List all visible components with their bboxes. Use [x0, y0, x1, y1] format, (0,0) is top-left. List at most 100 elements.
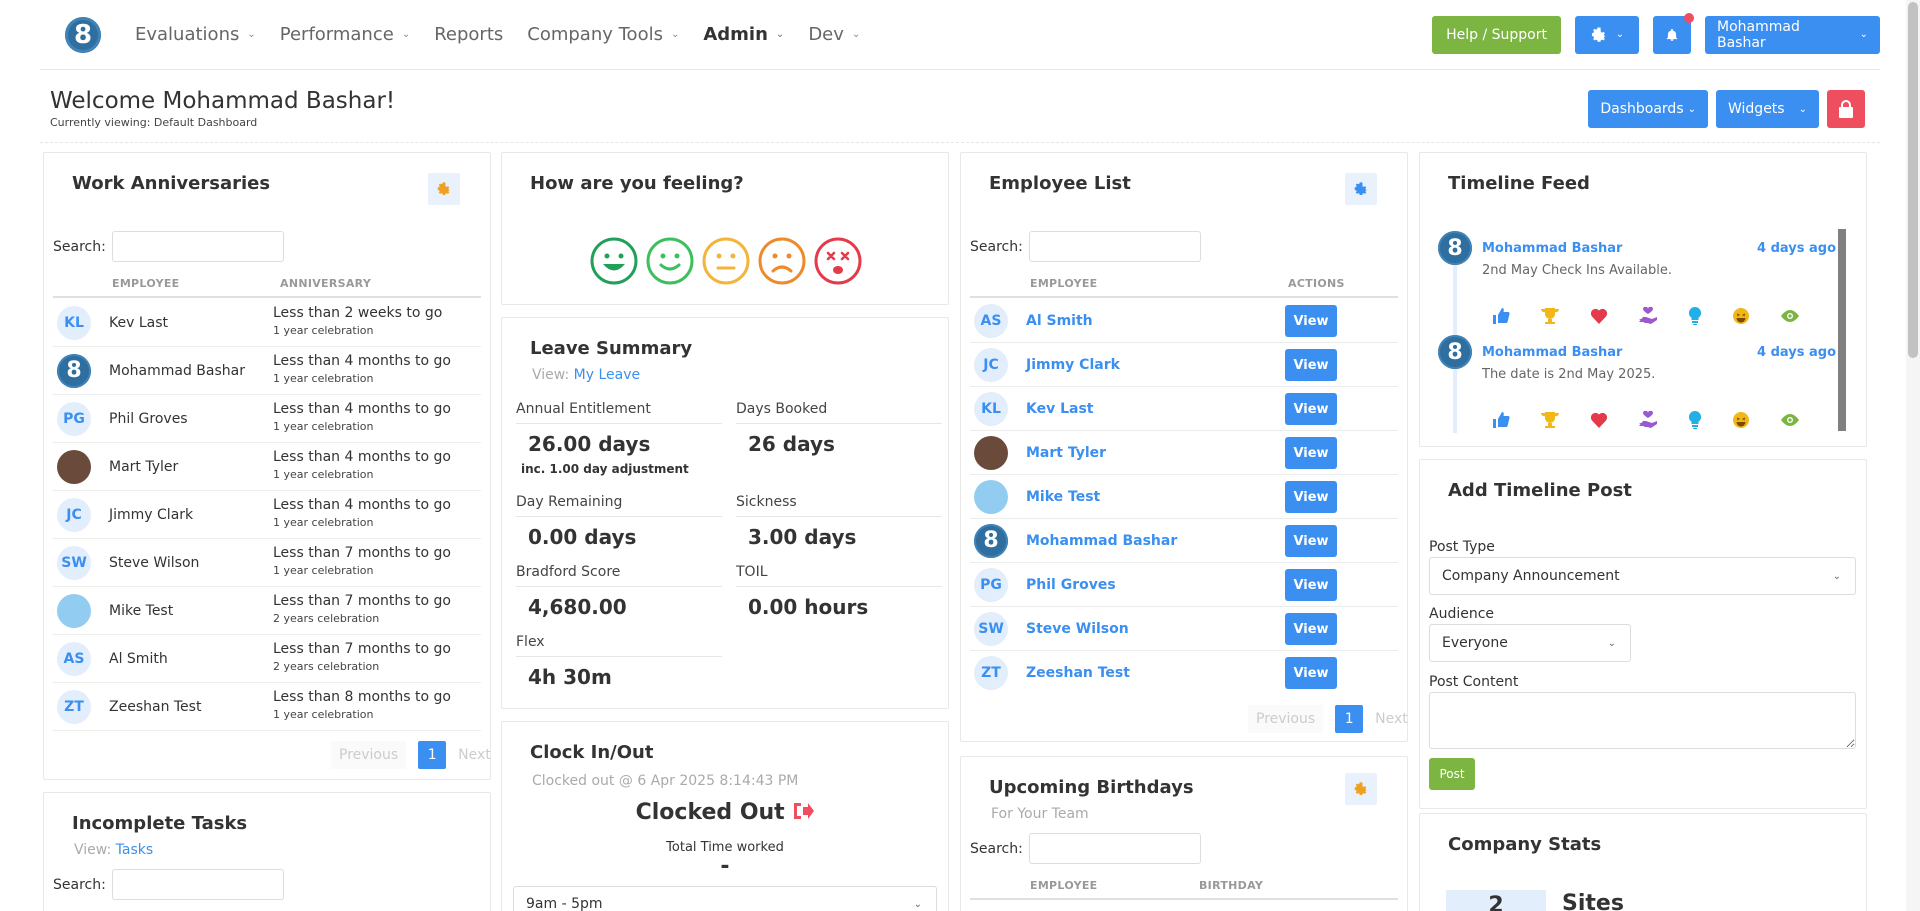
- search-input[interactable]: [1028, 833, 1201, 864]
- avatar: AS: [974, 303, 1008, 338]
- neutral-face-icon[interactable]: [702, 237, 750, 285]
- view-button[interactable]: View: [1285, 305, 1337, 337]
- nav-performance[interactable]: Performance ⌄: [268, 24, 422, 45]
- eye-icon[interactable]: [1780, 307, 1800, 325]
- tasks-link[interactable]: Tasks: [116, 842, 154, 858]
- avatar: [974, 479, 1008, 514]
- nav-reports[interactable]: Reports: [422, 24, 515, 45]
- view-button[interactable]: View: [1285, 569, 1337, 601]
- table-row[interactable]: SW Steve Wilson Less than 7 months to go…: [53, 539, 481, 587]
- feed-scrollbar[interactable]: [1838, 229, 1846, 431]
- widget-settings-button[interactable]: [1345, 173, 1377, 205]
- lock-button[interactable]: [1827, 90, 1865, 128]
- post-content-input[interactable]: [1429, 692, 1856, 749]
- days-booked: Days Booked 26 days: [736, 401, 942, 456]
- prev-page-button[interactable]: Previous: [331, 741, 407, 769]
- trophy-icon[interactable]: [1540, 411, 1560, 429]
- card-title: Timeline Feed: [1448, 173, 1590, 194]
- post-button[interactable]: Post: [1429, 758, 1475, 790]
- widget-settings-button[interactable]: [428, 173, 460, 205]
- search-input[interactable]: [111, 869, 284, 900]
- employee-link[interactable]: Steve Wilson: [1026, 621, 1129, 637]
- post-type-select[interactable]: Company Announcement ⌄: [1429, 557, 1856, 595]
- leave-summary-card: Leave Summary View: My Leave Annual Enti…: [501, 317, 949, 709]
- my-leave-link[interactable]: My Leave: [574, 367, 640, 383]
- audience-select[interactable]: Everyone ⌄: [1429, 624, 1631, 662]
- company-stats-card: Company Stats 2 Sites: [1419, 813, 1867, 911]
- employee-link[interactable]: Al Smith: [1026, 313, 1093, 329]
- notifications-button[interactable]: [1653, 12, 1694, 54]
- helping-hand-icon[interactable]: [1638, 411, 1658, 429]
- heart-icon[interactable]: [1590, 411, 1608, 429]
- lightbulb-icon[interactable]: [1688, 307, 1702, 325]
- nav-dev[interactable]: Dev ⌄: [796, 24, 872, 45]
- prev-page-button[interactable]: Previous: [1248, 705, 1324, 733]
- dashboards-button[interactable]: Dashboards ⌄: [1588, 90, 1708, 128]
- chevron-down-icon: ⌄: [247, 29, 256, 40]
- view-button[interactable]: View: [1285, 437, 1337, 469]
- sad-face-icon[interactable]: [758, 237, 806, 285]
- helping-hand-icon[interactable]: [1638, 307, 1658, 325]
- view-button[interactable]: View: [1285, 481, 1337, 513]
- avatar: 8: [1438, 335, 1472, 369]
- thumbs-up-icon[interactable]: [1492, 307, 1510, 325]
- employee-link[interactable]: Mike Test: [1026, 489, 1100, 505]
- welcome-title: Welcome Mohammad Bashar!: [50, 88, 396, 114]
- page-1-button[interactable]: 1: [1335, 705, 1364, 733]
- employee-link[interactable]: Phil Groves: [1026, 577, 1116, 593]
- view-button[interactable]: View: [1285, 657, 1337, 689]
- view-button[interactable]: View: [1285, 613, 1337, 645]
- view-button[interactable]: View: [1285, 525, 1337, 557]
- gear-icon: [437, 182, 451, 195]
- lightbulb-icon[interactable]: [1688, 411, 1702, 429]
- post-author[interactable]: Mohammad Bashar: [1482, 241, 1622, 256]
- laughing-face-icon[interactable]: [1732, 411, 1750, 429]
- view-button[interactable]: View: [1285, 393, 1337, 425]
- clock-status: Clocked Out: [502, 800, 948, 825]
- page-scrollbar-track[interactable]: [1906, 0, 1920, 911]
- nav-company-tools[interactable]: Company Tools ⌄: [515, 24, 691, 45]
- help-support-button[interactable]: Help / Support: [1432, 15, 1561, 54]
- laughing-face-icon[interactable]: [1732, 307, 1750, 325]
- very-sad-face-icon[interactable]: [814, 237, 862, 285]
- table-row[interactable]: Mike Test Less than 7 months to go 2 year…: [53, 587, 481, 635]
- table-row[interactable]: ZT Zeeshan Test Less than 8 months to go…: [53, 683, 481, 731]
- audience-label: Audience: [1429, 606, 1495, 622]
- search-input[interactable]: [1028, 231, 1201, 262]
- employee-link[interactable]: Kev Last: [1026, 401, 1094, 417]
- widgets-button[interactable]: Widgets ⌄: [1716, 90, 1819, 128]
- employee-link[interactable]: Zeeshan Test: [1026, 665, 1130, 681]
- search-input[interactable]: [111, 231, 284, 262]
- table-row[interactable]: 8 Mohammad Bashar Less than 4 months to …: [53, 347, 481, 395]
- shift-select[interactable]: 9am - 5pm ⌄: [513, 886, 937, 911]
- next-page-button[interactable]: Next: [1375, 711, 1408, 727]
- header-divider: [40, 142, 1880, 143]
- table-row[interactable]: AS Al Smith Less than 7 months to go 2 ye…: [53, 635, 481, 683]
- post-author[interactable]: Mohammad Bashar: [1482, 345, 1622, 360]
- employee-link[interactable]: Mohammad Bashar: [1026, 533, 1177, 549]
- nav-evaluations[interactable]: Evaluations ⌄: [123, 24, 268, 45]
- employee-link[interactable]: Jimmy Clark: [1026, 357, 1120, 373]
- widget-settings-button[interactable]: [1345, 773, 1377, 805]
- nav-admin[interactable]: Admin ⌄: [691, 24, 796, 45]
- thumbs-up-icon[interactable]: [1492, 411, 1510, 429]
- company-logo[interactable]: 8: [65, 16, 101, 53]
- table-row[interactable]: Mart Tyler Less than 4 months to go 1 yea…: [53, 443, 481, 491]
- clock-card: Clock In/Out Clocked out @ 6 Apr 2025 8:…: [501, 721, 949, 911]
- page-1-button[interactable]: 1: [418, 741, 447, 769]
- table-row[interactable]: KL Kev Last Less than 2 weeks to go 1 yea…: [53, 299, 481, 347]
- employee-link[interactable]: Mart Tyler: [1026, 445, 1106, 461]
- next-page-button[interactable]: Next: [458, 747, 491, 763]
- page-scrollbar-thumb[interactable]: [1908, 2, 1918, 358]
- settings-button[interactable]: ⌄: [1575, 15, 1639, 54]
- reactions: [1492, 307, 1800, 325]
- view-button[interactable]: View: [1285, 349, 1337, 381]
- very-happy-face-icon[interactable]: [590, 237, 638, 285]
- trophy-icon[interactable]: [1540, 307, 1560, 325]
- table-row[interactable]: JC Jimmy Clark Less than 4 months to go 1…: [53, 491, 481, 539]
- eye-icon[interactable]: [1780, 411, 1800, 429]
- table-row[interactable]: PG Phil Groves Less than 4 months to go 1…: [53, 395, 481, 443]
- heart-icon[interactable]: [1590, 307, 1608, 325]
- user-menu-button[interactable]: Mohammad Bashar ⌄: [1705, 15, 1880, 54]
- happy-face-icon[interactable]: [646, 237, 694, 285]
